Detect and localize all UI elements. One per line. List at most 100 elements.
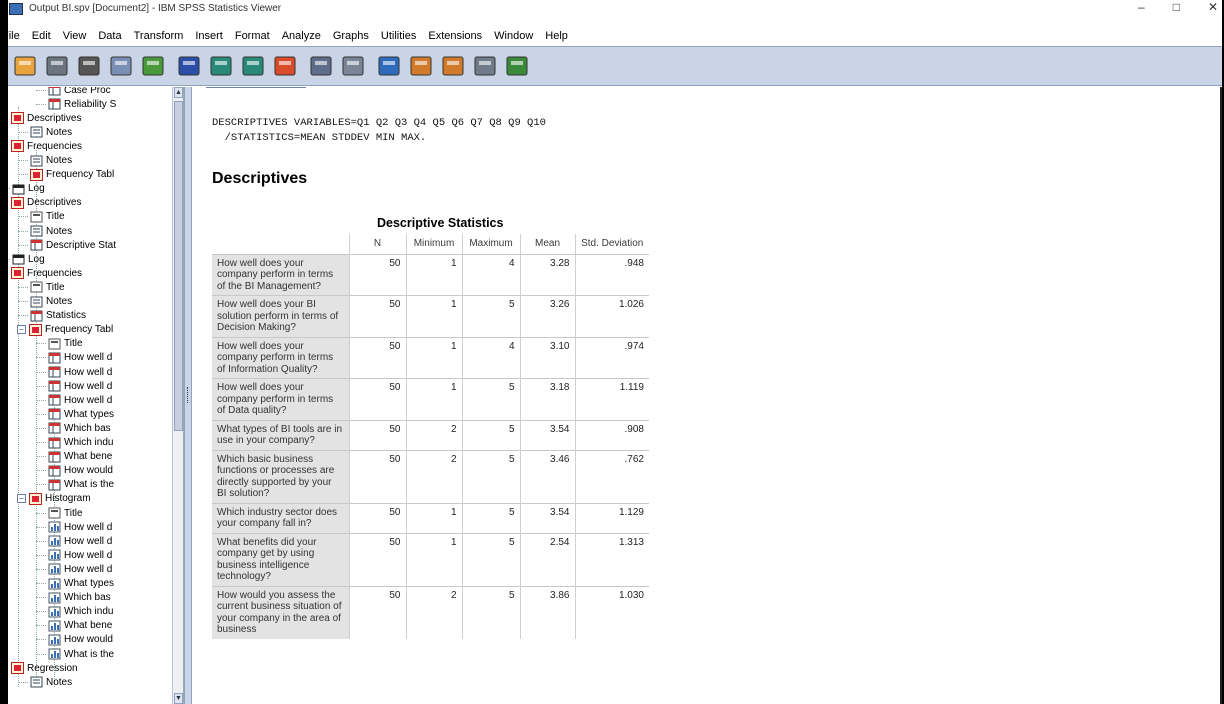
tree-node[interactable]: Which indu bbox=[36, 436, 113, 450]
minimize-button[interactable]: – bbox=[1138, 0, 1145, 14]
proc-icon bbox=[11, 196, 24, 209]
scroll-up-icon[interactable]: ▲ bbox=[174, 87, 183, 98]
run-script-icon[interactable] bbox=[440, 53, 466, 79]
tree-node[interactable]: Which bas bbox=[36, 421, 111, 435]
output-heading[interactable]: Descriptives bbox=[212, 170, 307, 188]
table-row[interactable]: How well does your company perform in te… bbox=[212, 336, 649, 379]
tree-node[interactable]: How well d bbox=[36, 548, 112, 562]
tree-node[interactable]: How well d bbox=[36, 520, 112, 534]
table-row[interactable]: What types of BI tools are in use in you… bbox=[212, 419, 649, 450]
collapse-toggle-icon[interactable]: − bbox=[17, 494, 26, 504]
tree-node[interactable]: What bene bbox=[36, 619, 112, 633]
tree-node[interactable]: Log bbox=[8, 252, 45, 266]
table-row[interactable]: Which basic business functions or proces… bbox=[212, 449, 649, 503]
menu-graphs[interactable]: Graphs bbox=[327, 30, 375, 42]
tree-node[interactable]: −Descriptives bbox=[8, 111, 81, 125]
table-row[interactable]: Which industry sector does your company … bbox=[212, 502, 649, 533]
tree-node[interactable]: How would bbox=[36, 633, 113, 647]
tree-node[interactable]: Statistics bbox=[18, 309, 86, 323]
tree-node[interactable]: Title bbox=[36, 337, 83, 351]
tree-node[interactable]: Which indu bbox=[36, 605, 113, 619]
table-row[interactable]: How well does your BI solution perform i… bbox=[212, 295, 649, 337]
tree-node[interactable]: Notes bbox=[18, 224, 72, 238]
menu-extensions[interactable]: Extensions bbox=[422, 30, 488, 42]
save-icon[interactable] bbox=[44, 53, 70, 79]
print-preview-icon[interactable] bbox=[108, 53, 134, 79]
export-icon[interactable] bbox=[140, 53, 166, 79]
tree-node[interactable]: What bene bbox=[36, 450, 112, 464]
tree-node[interactable]: How well d bbox=[36, 534, 112, 548]
print-icon[interactable] bbox=[76, 53, 102, 79]
table-icon bbox=[48, 465, 61, 477]
open-folder-icon[interactable] bbox=[12, 53, 38, 79]
tree-node[interactable]: −Regression bbox=[8, 661, 78, 675]
log-syntax[interactable]: DESCRIPTIVES VARIABLES=Q1 Q2 Q3 Q4 Q5 Q6… bbox=[212, 116, 546, 146]
splitter-grip[interactable] bbox=[187, 387, 189, 403]
tree-node[interactable]: What is the bbox=[36, 478, 114, 492]
tree-node[interactable]: Descriptive Stat bbox=[18, 238, 116, 252]
tree-node[interactable]: − Frequency Tabl bbox=[17, 323, 113, 337]
tree-node[interactable]: − Histogram bbox=[17, 492, 91, 506]
tree-node[interactable]: How well d bbox=[36, 562, 112, 576]
tree-node[interactable]: Notes bbox=[18, 675, 72, 689]
tree-node[interactable]: Which bas bbox=[36, 591, 111, 605]
tree-node[interactable]: How well d bbox=[36, 379, 112, 393]
tree-node[interactable]: −Frequencies bbox=[8, 139, 82, 153]
menu-utilities[interactable]: Utilities bbox=[375, 30, 422, 42]
menu-transform[interactable]: Transform bbox=[128, 30, 190, 42]
tree-node[interactable]: Title bbox=[36, 506, 83, 520]
tree-node[interactable]: How well d bbox=[36, 393, 112, 407]
show-icon[interactable] bbox=[504, 53, 530, 79]
table-row[interactable]: What benefits did your company get by us… bbox=[212, 532, 649, 586]
hide-icon[interactable] bbox=[472, 53, 498, 79]
table-row[interactable]: How would you assess the current busines… bbox=[212, 585, 649, 639]
menu-window[interactable]: Window bbox=[488, 30, 539, 42]
redo-icon[interactable] bbox=[240, 53, 266, 79]
close-button[interactable]: ✕ bbox=[1208, 0, 1218, 14]
menu-view[interactable]: View bbox=[57, 30, 93, 42]
table-row[interactable]: How well does your company perform in te… bbox=[212, 253, 649, 296]
tree-node[interactable]: Case Proc bbox=[36, 87, 111, 97]
undo-icon[interactable] bbox=[208, 53, 234, 79]
table-title[interactable]: Descriptive Statistics bbox=[377, 216, 503, 230]
menu-file[interactable]: File bbox=[0, 30, 26, 42]
tree-node[interactable]: Frequency Tabl bbox=[18, 168, 114, 182]
tree-node[interactable]: How would bbox=[36, 464, 113, 478]
table-cell: 50 bbox=[348, 449, 406, 503]
tree-node[interactable]: Notes bbox=[18, 295, 72, 309]
outline-scrollbar[interactable]: ▲ ▼ bbox=[172, 87, 183, 704]
collapse-toggle-icon[interactable]: − bbox=[17, 325, 26, 335]
menu-analyze[interactable]: Analyze bbox=[276, 30, 327, 42]
descriptive-statistics-table[interactable]: N Minimum Maximum Mean Std. Deviation How we… bbox=[212, 234, 649, 639]
pane-splitter[interactable] bbox=[184, 87, 192, 704]
tree-node[interactable]: Notes bbox=[18, 154, 72, 168]
tree-node[interactable]: Title bbox=[18, 210, 65, 224]
tree-node[interactable]: How well d bbox=[36, 351, 112, 365]
tree-node[interactable]: How well d bbox=[36, 365, 112, 379]
recall-dialog-icon[interactable] bbox=[176, 53, 202, 79]
tree-node[interactable]: −Frequencies bbox=[8, 266, 82, 280]
variables-icon[interactable] bbox=[340, 53, 366, 79]
tree-node-label: Descriptives bbox=[27, 197, 82, 209]
tree-node[interactable]: Log bbox=[8, 182, 45, 196]
tree-node[interactable]: What is the bbox=[36, 647, 114, 661]
scroll-thumb[interactable] bbox=[174, 101, 183, 431]
tree-node[interactable]: Title bbox=[18, 280, 65, 294]
insert-table-icon[interactable] bbox=[376, 53, 402, 79]
menu-data[interactable]: Data bbox=[92, 30, 127, 42]
tree-node[interactable]: −Descriptives bbox=[8, 196, 81, 210]
goto-case-icon[interactable] bbox=[272, 53, 298, 79]
scroll-down-icon[interactable]: ▼ bbox=[174, 693, 183, 704]
menu-insert[interactable]: Insert bbox=[189, 30, 229, 42]
table-row[interactable]: How well does your company perform in te… bbox=[212, 378, 649, 420]
maximize-button[interactable]: □ bbox=[1173, 0, 1180, 14]
goto-variable-icon[interactable] bbox=[308, 53, 334, 79]
tree-node[interactable]: Reliability S bbox=[36, 97, 116, 111]
tree-node[interactable]: What types bbox=[36, 577, 114, 591]
menu-format[interactable]: Format bbox=[229, 30, 276, 42]
designate-window-icon[interactable] bbox=[408, 53, 434, 79]
menu-edit[interactable]: Edit bbox=[26, 30, 57, 42]
menu-help[interactable]: Help bbox=[539, 30, 574, 42]
tree-node[interactable]: What types bbox=[36, 407, 114, 421]
tree-node[interactable]: Notes bbox=[18, 125, 72, 139]
